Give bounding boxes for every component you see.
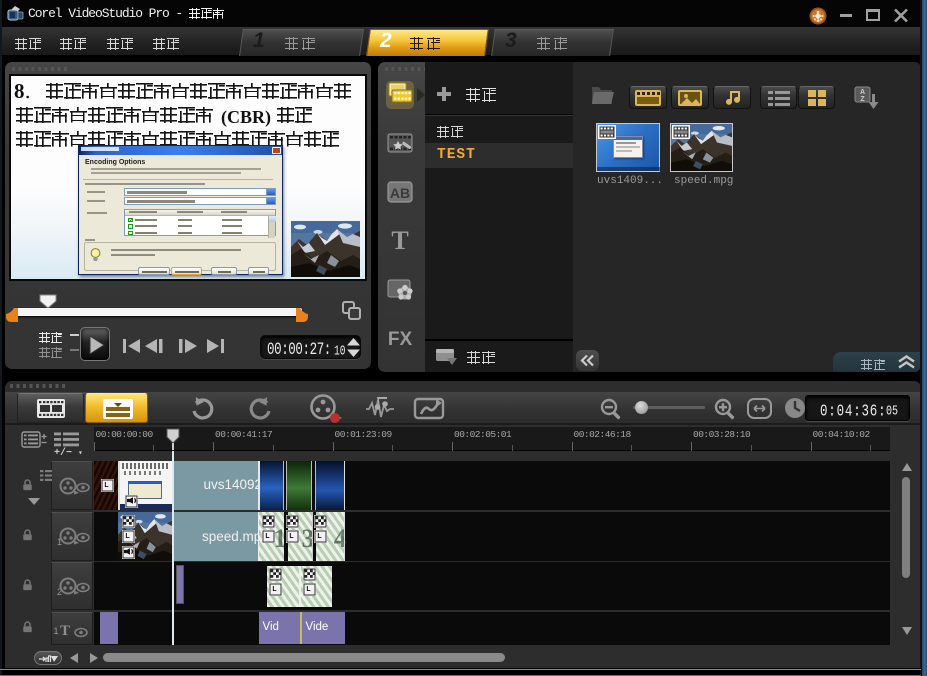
svg-text:Z: Z bbox=[860, 96, 865, 103]
svg-text:L: L bbox=[125, 533, 130, 540]
svg-text:FX: FX bbox=[388, 329, 413, 350]
svg-text:T: T bbox=[60, 623, 70, 639]
svg-text:AB: AB bbox=[390, 185, 410, 201]
svg-text:L: L bbox=[306, 586, 311, 593]
svg-text:A: A bbox=[860, 89, 865, 96]
svg-text:L: L bbox=[272, 586, 277, 593]
svg-text:L: L bbox=[317, 533, 322, 540]
svg-text:L: L bbox=[265, 533, 270, 540]
svg-text:T: T bbox=[391, 226, 408, 255]
svg-text:L: L bbox=[289, 533, 294, 540]
svg-text:L: L bbox=[104, 482, 109, 489]
svg-text:1: 1 bbox=[54, 626, 59, 636]
